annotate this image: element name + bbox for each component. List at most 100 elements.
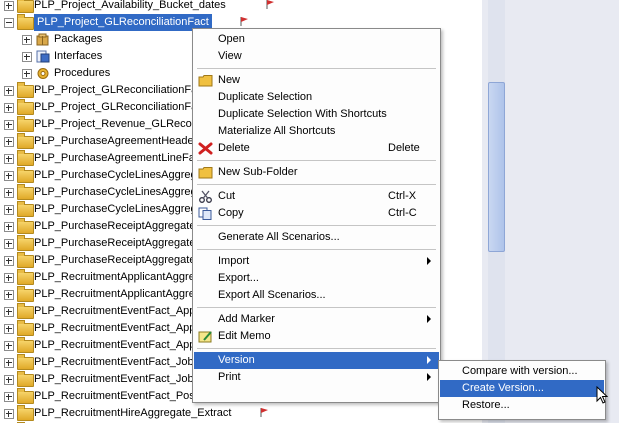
- menu-item-view[interactable]: View: [194, 48, 439, 65]
- menu-item-restore[interactable]: Restore...: [440, 397, 604, 414]
- tree-item-label[interactable]: PLP_PurchaseCycleLinesAggregat: [34, 167, 206, 184]
- expand-toggle-icon[interactable]: [4, 341, 14, 351]
- tree-item-label[interactable]: PLP_RecruitmentApplicantAggrega: [34, 286, 207, 303]
- context-menu: Open View New Duplicate Selection Duplicate …: [192, 28, 441, 403]
- menu-item-new[interactable]: New: [194, 72, 439, 89]
- tree-item-label[interactable]: PLP_Project_Availability_Bucket_dates: [34, 0, 226, 14]
- mouse-cursor-icon: [596, 386, 608, 404]
- tree-item-label[interactable]: PLP_RecruitmentEventFact_Applic: [34, 337, 206, 354]
- expand-toggle-icon[interactable]: [4, 273, 14, 283]
- tree-item-label[interactable]: PLP_RecruitmentEventFact_Applic: [34, 303, 206, 320]
- expand-toggle-icon[interactable]: [4, 154, 14, 164]
- menu-item-print[interactable]: Print: [194, 369, 439, 386]
- menu-item-export[interactable]: Export...: [194, 270, 439, 287]
- menu-item-cut[interactable]: Cut Ctrl-X: [194, 188, 439, 205]
- tree-item-label[interactable]: Procedures: [54, 65, 110, 82]
- delete-x-icon: [198, 142, 213, 155]
- expand-toggle-icon[interactable]: [4, 188, 14, 198]
- menu-item-new-sub-folder[interactable]: New Sub-Folder: [194, 164, 439, 181]
- expand-toggle-icon[interactable]: [4, 120, 14, 130]
- expand-toggle-icon[interactable]: [4, 205, 14, 215]
- menu-item-add-marker[interactable]: Add Marker: [194, 311, 439, 328]
- tree-item-label[interactable]: PLP_RecruitmentEventFact_PostI: [34, 388, 201, 405]
- tree-item-label[interactable]: PLP_RecruitmentEventFact_JobRe: [34, 354, 208, 371]
- expand-toggle-icon[interactable]: [4, 324, 14, 334]
- menu-item-generate-all-scenarios[interactable]: Generate All Scenarios...: [194, 229, 439, 246]
- menu-item-label: New: [218, 74, 241, 86]
- menu-item-delete[interactable]: Delete Delete: [194, 140, 439, 157]
- expand-toggle-icon[interactable]: [4, 103, 14, 113]
- folder-icon: [17, 235, 34, 251]
- tree-item-label[interactable]: PLP_RecruitmentEventFact_JobRe: [34, 371, 208, 388]
- marker-flag-icon: [260, 408, 269, 417]
- expand-toggle-icon[interactable]: [4, 171, 14, 181]
- expand-toggle-icon[interactable]: [4, 307, 14, 317]
- tree-item-label[interactable]: PLP_Project_GLReconciliationFact: [34, 82, 206, 99]
- menu-item-edit-memo[interactable]: Edit Memo: [194, 328, 439, 345]
- menu-item-label: Version: [218, 354, 255, 366]
- tree-item-label[interactable]: PLP_PurchaseAgreementLineFact_: [34, 150, 210, 167]
- folder-icon: [17, 116, 34, 132]
- tree-item-label[interactable]: PLP_Project_GLReconciliationFact: [34, 14, 212, 31]
- tree-item-label[interactable]: PLP_PurchaseCycleLinesAggregat: [34, 184, 206, 201]
- tree-item-label[interactable]: Packages: [54, 31, 102, 48]
- menu-separator: [197, 348, 436, 349]
- folder-icon: [17, 133, 34, 149]
- collapse-toggle-icon[interactable]: [4, 18, 14, 28]
- expand-toggle-icon[interactable]: [4, 222, 14, 232]
- menu-item-open[interactable]: Open: [194, 31, 439, 48]
- tree-item-label[interactable]: PLP_Project_GLReconciliationFact: [34, 99, 206, 116]
- expand-toggle-icon[interactable]: [4, 86, 14, 96]
- menu-item-create-version[interactable]: Create Version...: [440, 380, 604, 397]
- menu-item-label: Add Marker: [218, 313, 275, 325]
- menu-separator: [197, 249, 436, 250]
- expand-toggle-icon[interactable]: [4, 137, 14, 147]
- folder-icon: [17, 218, 34, 234]
- marker-flag-icon: [266, 0, 275, 9]
- menu-item-label: Cut: [218, 190, 236, 202]
- expand-toggle-icon[interactable]: [4, 375, 14, 385]
- tree-item-label[interactable]: PLP_PurchaseReceiptAggregate_: [34, 235, 202, 252]
- folder-icon: [17, 201, 34, 217]
- folder-icon: [17, 371, 34, 387]
- expand-toggle-icon[interactable]: [4, 239, 14, 249]
- menu-item-duplicate-selection-with-shortcuts[interactable]: Duplicate Selection With Shortcuts: [194, 106, 439, 123]
- tree-item-label[interactable]: PLP_RecruitmentApplicantAggrega: [34, 269, 207, 286]
- tree-item-label[interactable]: PLP_PurchaseCycleLinesAggregat: [34, 201, 206, 218]
- menu-item-duplicate-selection[interactable]: Duplicate Selection: [194, 89, 439, 106]
- menu-item-version[interactable]: Version: [194, 352, 439, 369]
- menu-item-export-all-scenarios[interactable]: Export All Scenarios...: [194, 287, 439, 304]
- scissors-icon: [199, 190, 212, 203]
- expand-toggle-icon[interactable]: [4, 392, 14, 402]
- expand-toggle-icon[interactable]: [4, 1, 14, 11]
- folder-icon: [17, 405, 34, 421]
- menu-item-label: Duplicate Selection With Shortcuts: [218, 108, 387, 120]
- menu-item-compare-with-version[interactable]: Compare with version...: [440, 363, 604, 380]
- expand-toggle-icon[interactable]: [4, 256, 14, 266]
- expand-toggle-icon[interactable]: [22, 35, 32, 45]
- tree-item-label[interactable]: PLP_Project_Revenue_GLReconcil: [34, 116, 208, 133]
- version-submenu: Compare with version... Create Version...…: [438, 360, 606, 420]
- tree-item-label[interactable]: PLP_PurchaseAgreementHeaderF: [34, 133, 204, 150]
- menu-item-import[interactable]: Import: [194, 253, 439, 270]
- menu-item-label: Compare with version...: [462, 365, 578, 377]
- tree-item-label[interactable]: PLP_RecruitmentEventFact_Applic: [34, 320, 206, 337]
- expand-toggle-icon[interactable]: [4, 358, 14, 368]
- menu-item-materialize-all-shortcuts[interactable]: Materialize All Shortcuts: [194, 123, 439, 140]
- tree-item-label[interactable]: PLP_RecruitmentHireAggregate_Extract: [34, 405, 231, 422]
- folder-icon: [17, 184, 34, 200]
- tree-item-label[interactable]: PLP_PurchaseReceiptAggregate_: [34, 218, 202, 235]
- menu-item-copy[interactable]: Copy Ctrl-C: [194, 205, 439, 222]
- menu-item-label: Delete: [218, 142, 250, 154]
- menu-item-label: Copy: [218, 207, 244, 219]
- scrollbar-thumb[interactable]: [488, 82, 505, 252]
- expand-toggle-icon[interactable]: [4, 290, 14, 300]
- expand-toggle-icon[interactable]: [4, 409, 14, 419]
- menu-item-label: Import: [218, 255, 250, 267]
- tree-item-label[interactable]: Interfaces: [54, 48, 102, 65]
- expand-toggle-icon[interactable]: [22, 52, 32, 62]
- expand-toggle-icon[interactable]: [22, 69, 32, 79]
- folder-icon: [17, 269, 34, 285]
- tree-item-label[interactable]: PLP_PurchaseReceiptAggregate_: [34, 252, 202, 269]
- submenu-arrow-icon: [427, 257, 431, 265]
